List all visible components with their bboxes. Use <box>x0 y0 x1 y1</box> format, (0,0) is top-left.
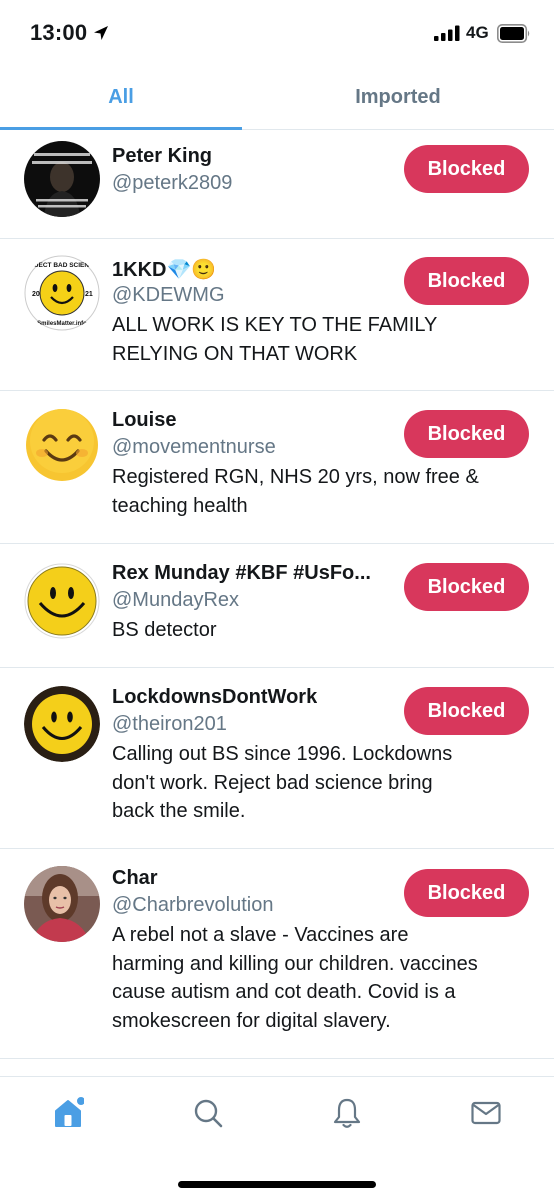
avatar[interactable] <box>24 686 100 762</box>
blocked-button[interactable]: Blocked <box>404 410 529 458</box>
dark-ring-smiley-avatar-icon <box>24 686 100 762</box>
blocked-button[interactable]: Blocked <box>404 563 529 611</box>
list-item[interactable]: Peter King @peterk2809 Blocked <box>0 131 554 239</box>
bio-line: ALL WORK IS KEY TO THE FAMILY <box>112 314 438 336</box>
list-item[interactable]: Louise @movementnurse Registered RGN, NH… <box>0 391 554 544</box>
bio-line: back the smile. <box>112 800 246 822</box>
badge-text-left: 20 <box>32 291 40 298</box>
avatar[interactable] <box>24 141 100 217</box>
tab-bar: All Imported <box>0 66 554 130</box>
tab-imported[interactable]: Imported <box>242 86 554 109</box>
location-arrow-icon <box>94 26 108 40</box>
avatar[interactable] <box>24 407 100 483</box>
smiley-badge-avatar-icon: REJECT BAD SCIENCE 20 21 SmilesMatter.in… <box>24 255 100 331</box>
account-name: Rex Munday #KBF #UsFo... <box>112 562 371 584</box>
account-name: Char <box>112 867 158 889</box>
status-bar: 13:00 4G <box>0 0 554 66</box>
account-name: Peter King <box>112 145 213 167</box>
avatar[interactable] <box>24 563 100 639</box>
bio-line: Registered RGN, NHS 20 yrs, now free & <box>112 466 479 488</box>
status-time: 13:00 <box>30 20 88 45</box>
bio-line: cause autism and cot death. Covid is a <box>112 981 456 1003</box>
bio-line: Calling out BS since 1996. Lockdowns <box>112 743 453 765</box>
bell-icon[interactable] <box>331 1097 363 1129</box>
account-bio: Registered RGN, NHS 20 yrs, now free & t… <box>112 463 532 520</box>
yellow-smiley-avatar-icon <box>24 563 100 639</box>
home-indicator <box>178 1181 376 1188</box>
photo-portrait-avatar-icon <box>24 866 100 942</box>
blocked-button[interactable]: Blocked <box>404 869 529 917</box>
list-item[interactable]: LockdownsDontWork @theiron201 Calling ou… <box>0 668 554 849</box>
list-item[interactable]: REJECT BAD SCIENCE 20 21 SmilesMatter.in… <box>0 239 554 391</box>
avatar[interactable] <box>24 866 100 942</box>
smiling-emoji-avatar-icon <box>24 407 100 483</box>
account-handle: @Charbrevolution <box>112 894 274 916</box>
bio-line: don't work. Reject bad science bring <box>112 771 433 794</box>
badge-text-top: REJECT BAD SCIENCE <box>26 262 99 269</box>
account-bio: Calling out BS since 1996. Lockdowns don… <box>112 740 532 826</box>
list-item[interactable]: Char @Charbrevolution A rebel not a slav… <box>0 849 554 1059</box>
tab-all[interactable]: All <box>0 86 242 109</box>
bio-line: harming and killing our children. vaccin… <box>112 952 478 975</box>
bio-line: A rebel not a slave - Vaccines are <box>112 924 409 946</box>
bio-line: smokescreen for digital slavery. <box>112 1009 391 1032</box>
bio-line: RELYING ON THAT WORK <box>112 342 358 365</box>
account-handle: @movementnurse <box>112 436 276 458</box>
account-name: 1KKD💎🙂 <box>112 259 217 281</box>
home-icon[interactable] <box>52 1097 84 1129</box>
account-name: LockdownsDontWork <box>112 686 318 708</box>
network-type: 4G <box>466 23 489 42</box>
account-handle: @MundayRex <box>112 589 240 611</box>
account-handle: @peterk2809 <box>112 172 233 194</box>
account-handle: @KDEWMG <box>112 284 225 306</box>
bio-line: teaching health <box>112 494 248 517</box>
account-bio: ALL WORK IS KEY TO THE FAMILY RELYING ON… <box>112 311 532 368</box>
bio-line: BS detector <box>112 619 217 641</box>
avatar[interactable]: REJECT BAD SCIENCE 20 21 SmilesMatter.in… <box>24 255 100 331</box>
bottom-tab-bar <box>0 1076 554 1200</box>
account-bio: A rebel not a slave - Vaccines are harmi… <box>112 921 532 1035</box>
blocked-button[interactable]: Blocked <box>404 687 529 735</box>
dark-portrait-avatar-icon <box>24 141 100 217</box>
account-bio: BS detector <box>112 616 532 645</box>
account-handle: @theiron201 <box>112 713 227 735</box>
badge-text-right: 21 <box>85 291 93 298</box>
battery-icon <box>497 24 530 43</box>
mail-icon[interactable] <box>470 1097 502 1129</box>
search-icon[interactable] <box>192 1097 224 1129</box>
account-name: Louise <box>112 409 177 431</box>
blocked-button[interactable]: Blocked <box>404 145 529 193</box>
badge-text-bottom: SmilesMatter.info <box>37 321 87 327</box>
blocked-button[interactable]: Blocked <box>404 257 529 305</box>
list-item[interactable]: Rex Munday #KBF #UsFo... @MundayRex BS d… <box>0 544 554 668</box>
active-tab-indicator <box>0 127 242 130</box>
signal-strength-icon <box>434 25 460 41</box>
